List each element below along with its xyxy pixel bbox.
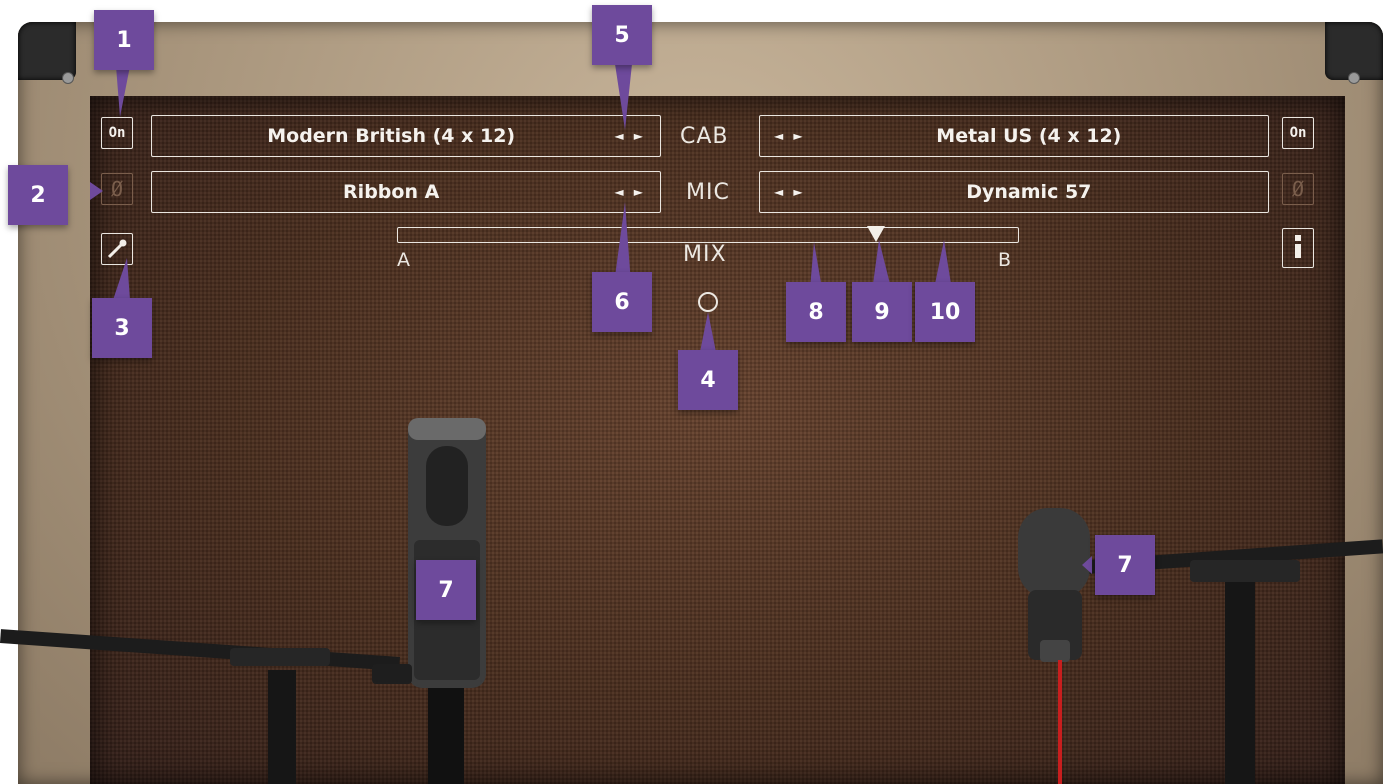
callout-2: 2 [8, 165, 68, 225]
callout-5: 5 [592, 5, 652, 65]
callout-1: 1 [94, 10, 154, 70]
callout-10: 10 [915, 282, 975, 342]
callout-4: 4 [678, 350, 738, 410]
callout-6: 6 [592, 272, 652, 332]
callout-7-ribbon: 7 [416, 560, 476, 620]
callout-9: 9 [852, 282, 912, 342]
callout-3: 3 [92, 298, 152, 358]
callout-7-dynamic: 7 [1095, 535, 1155, 595]
callout-8: 8 [786, 282, 846, 342]
